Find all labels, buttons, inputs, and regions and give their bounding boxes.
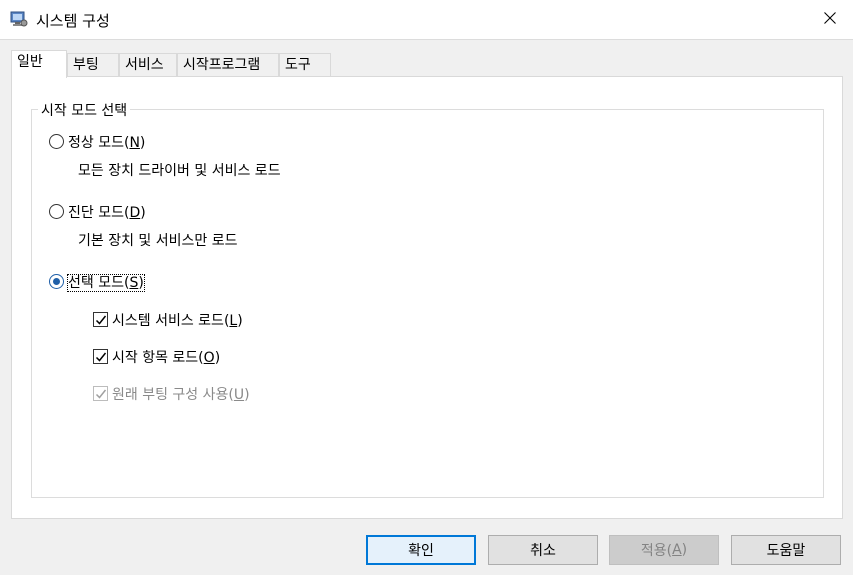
diagnostic-startup-radio[interactable]: 진단 모드(D) xyxy=(49,202,146,222)
mnemonic: A xyxy=(672,542,682,558)
mnemonic: D xyxy=(129,205,141,221)
apply-button: 적용(A) xyxy=(609,535,719,565)
normal-startup-radio[interactable]: 정상 모드(N) xyxy=(49,132,145,152)
title-bar: 시스템 구성 xyxy=(0,0,853,40)
tab-tools[interactable]: 도구 xyxy=(279,53,331,77)
tab-panel-general: 시작 모드 선택 정상 모드(N) 모든 장치 드라이버 및 서비스 로드 진단… xyxy=(11,76,843,519)
normal-startup-desc: 모든 장치 드라이버 및 서비스 로드 xyxy=(78,163,281,179)
radio-checked-icon xyxy=(49,274,64,289)
window-title: 시스템 구성 xyxy=(36,12,110,30)
tab-label: 서비스 xyxy=(125,57,164,73)
mnemonic: O xyxy=(203,350,215,366)
label-suffix: ) xyxy=(138,275,144,291)
tab-services[interactable]: 서비스 xyxy=(119,53,177,77)
tab-boot[interactable]: 부팅 xyxy=(67,53,119,77)
button-label: 확인 xyxy=(408,543,434,559)
selective-startup-radio[interactable]: 선택 모드(S) xyxy=(49,272,145,292)
mnemonic: S xyxy=(129,275,139,291)
checkbox-label: 원래 부팅 구성 사용( xyxy=(112,387,234,403)
button-label: 적용( xyxy=(640,543,673,559)
tab-label: 시작프로그램 xyxy=(183,57,261,73)
group-title: 시작 모드 선택 xyxy=(38,100,131,120)
label-suffix: ) xyxy=(237,313,243,329)
ok-button[interactable]: 확인 xyxy=(366,535,476,565)
cancel-button[interactable]: 취소 xyxy=(488,535,598,565)
radio-label: 진단 모드( xyxy=(68,205,130,221)
checkbox-checked-icon xyxy=(93,312,108,327)
button-label: 취소 xyxy=(530,543,556,559)
tab-label: 일반 xyxy=(17,54,43,70)
system-config-icon xyxy=(10,10,28,28)
radio-label: 정상 모드( xyxy=(68,135,130,151)
button-label: 도움말 xyxy=(766,543,806,559)
label-suffix: ) xyxy=(681,542,688,558)
load-system-services-checkbox[interactable]: 시스템 서비스 로드(L) xyxy=(93,310,243,330)
radio-unchecked-icon xyxy=(49,134,64,149)
checkbox-label: 시스템 서비스 로드( xyxy=(112,313,230,329)
diagnostic-startup-desc: 기본 장치 및 서비스만 로드 xyxy=(78,233,238,249)
load-startup-items-checkbox[interactable]: 시작 항목 로드(O) xyxy=(93,347,220,367)
label-suffix: ) xyxy=(214,350,221,366)
use-original-boot-config-checkbox: 원래 부팅 구성 사용(U) xyxy=(93,384,250,404)
tab-label: 부팅 xyxy=(73,57,99,73)
mnemonic: N xyxy=(129,135,140,151)
radio-label: 선택 모드( xyxy=(68,275,130,291)
checkbox-checked-icon xyxy=(93,349,108,364)
radio-unchecked-icon xyxy=(49,204,64,219)
label-suffix: ) xyxy=(244,387,250,403)
help-button[interactable]: 도움말 xyxy=(731,535,841,565)
tab-general[interactable]: 일반 xyxy=(11,50,67,78)
label-suffix: ) xyxy=(139,135,146,151)
checkbox-label: 시작 항목 로드( xyxy=(112,350,204,366)
checkbox-checked-icon xyxy=(93,386,108,401)
tab-startup[interactable]: 시작프로그램 xyxy=(177,53,279,77)
close-button[interactable] xyxy=(807,0,853,40)
mnemonic: U xyxy=(233,387,245,403)
close-icon xyxy=(824,12,836,28)
tab-label: 도구 xyxy=(285,57,311,73)
label-suffix: ) xyxy=(140,205,146,221)
